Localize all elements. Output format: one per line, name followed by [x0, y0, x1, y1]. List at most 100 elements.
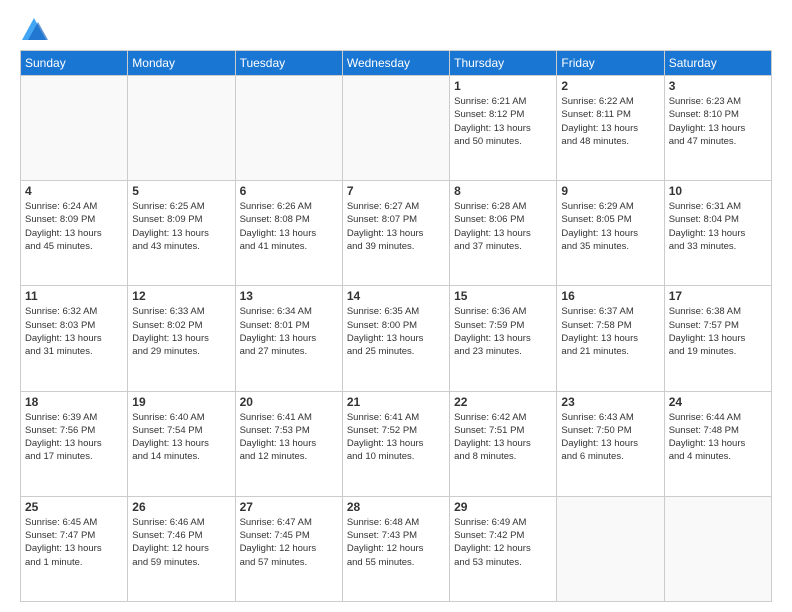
page: SundayMondayTuesdayWednesdayThursdayFrid… — [0, 0, 792, 612]
header-cell-thursday: Thursday — [450, 51, 557, 76]
day-number: 1 — [454, 79, 552, 93]
day-info: Sunrise: 6:49 AM Sunset: 7:42 PM Dayligh… — [454, 516, 552, 569]
day-cell: 21 Sunrise: 6:41 AM Sunset: 7:52 PM Dayli… — [342, 391, 449, 496]
day-number: 9 — [561, 184, 659, 198]
day-info: Sunrise: 6:32 AM Sunset: 8:03 PM Dayligh… — [25, 305, 123, 358]
day-number: 3 — [669, 79, 767, 93]
day-info: Sunrise: 6:44 AM Sunset: 7:48 PM Dayligh… — [669, 411, 767, 464]
day-info: Sunrise: 6:22 AM Sunset: 8:11 PM Dayligh… — [561, 95, 659, 148]
day-info: Sunrise: 6:45 AM Sunset: 7:47 PM Dayligh… — [25, 516, 123, 569]
day-cell: 7Sunrise: 6:27 AM Sunset: 8:07 PM Daylig… — [342, 181, 449, 286]
day-info: Sunrise: 6:36 AM Sunset: 7:59 PM Dayligh… — [454, 305, 552, 358]
logo-icon — [20, 16, 48, 44]
day-number: 28 — [347, 500, 445, 514]
day-cell: 3 Sunrise: 6:23 AM Sunset: 8:10 PM Daylig… — [664, 76, 771, 181]
header-cell-sunday: Sunday — [21, 51, 128, 76]
day-info: Sunrise: 6:25 AM Sunset: 8:09 PM Dayligh… — [132, 200, 230, 253]
day-info: Sunrise: 6:34 AM Sunset: 8:01 PM Dayligh… — [240, 305, 338, 358]
day-info: Sunrise: 6:43 AM Sunset: 7:50 PM Dayligh… — [561, 411, 659, 464]
day-cell: 26Sunrise: 6:46 AM Sunset: 7:46 PM Dayli… — [128, 496, 235, 601]
calendar-header: SundayMondayTuesdayWednesdayThursdayFrid… — [21, 51, 772, 76]
header-cell-saturday: Saturday — [664, 51, 771, 76]
day-cell: 6 Sunrise: 6:26 AM Sunset: 8:08 PM Daylig… — [235, 181, 342, 286]
day-cell: 2 Sunrise: 6:22 AM Sunset: 8:11 PM Daylig… — [557, 76, 664, 181]
week-row-3: 18 Sunrise: 6:39 AM Sunset: 7:56 PM Dayli… — [21, 391, 772, 496]
day-number: 16 — [561, 289, 659, 303]
day-info: Sunrise: 6:41 AM Sunset: 7:52 PM Dayligh… — [347, 411, 445, 464]
day-cell: 23 Sunrise: 6:43 AM Sunset: 7:50 PM Dayli… — [557, 391, 664, 496]
day-cell: 16 Sunrise: 6:37 AM Sunset: 7:58 PM Dayli… — [557, 286, 664, 391]
day-cell — [342, 76, 449, 181]
day-number: 5 — [132, 184, 230, 198]
day-info: Sunrise: 6:33 AM Sunset: 8:02 PM Dayligh… — [132, 305, 230, 358]
day-number: 13 — [240, 289, 338, 303]
day-info: Sunrise: 6:39 AM Sunset: 7:56 PM Dayligh… — [25, 411, 123, 464]
header-cell-tuesday: Tuesday — [235, 51, 342, 76]
day-cell — [21, 76, 128, 181]
day-info: Sunrise: 6:40 AM Sunset: 7:54 PM Dayligh… — [132, 411, 230, 464]
day-cell: 8 Sunrise: 6:28 AM Sunset: 8:06 PM Daylig… — [450, 181, 557, 286]
day-info: Sunrise: 6:37 AM Sunset: 7:58 PM Dayligh… — [561, 305, 659, 358]
day-number: 20 — [240, 395, 338, 409]
day-cell: 13 Sunrise: 6:34 AM Sunset: 8:01 PM Dayli… — [235, 286, 342, 391]
day-cell: 28 Sunrise: 6:48 AM Sunset: 7:43 PM Dayli… — [342, 496, 449, 601]
day-number: 27 — [240, 500, 338, 514]
day-number: 10 — [669, 184, 767, 198]
calendar-body: 1 Sunrise: 6:21 AM Sunset: 8:12 PM Daylig… — [21, 76, 772, 602]
day-number: 6 — [240, 184, 338, 198]
day-cell: 12 Sunrise: 6:33 AM Sunset: 8:02 PM Dayli… — [128, 286, 235, 391]
day-cell — [235, 76, 342, 181]
day-number: 15 — [454, 289, 552, 303]
day-number: 26 — [132, 500, 230, 514]
day-cell: 15 Sunrise: 6:36 AM Sunset: 7:59 PM Dayli… — [450, 286, 557, 391]
day-cell: 14Sunrise: 6:35 AM Sunset: 8:00 PM Dayli… — [342, 286, 449, 391]
day-info: Sunrise: 6:23 AM Sunset: 8:10 PM Dayligh… — [669, 95, 767, 148]
day-number: 23 — [561, 395, 659, 409]
day-cell: 11 Sunrise: 6:32 AM Sunset: 8:03 PM Dayli… — [21, 286, 128, 391]
day-cell: 22 Sunrise: 6:42 AM Sunset: 7:51 PM Dayli… — [450, 391, 557, 496]
day-cell: 17Sunrise: 6:38 AM Sunset: 7:57 PM Dayli… — [664, 286, 771, 391]
week-row-0: 1 Sunrise: 6:21 AM Sunset: 8:12 PM Daylig… — [21, 76, 772, 181]
day-cell: 5 Sunrise: 6:25 AM Sunset: 8:09 PM Daylig… — [128, 181, 235, 286]
day-cell: 9 Sunrise: 6:29 AM Sunset: 8:05 PM Daylig… — [557, 181, 664, 286]
day-info: Sunrise: 6:31 AM Sunset: 8:04 PM Dayligh… — [669, 200, 767, 253]
day-cell: 25 Sunrise: 6:45 AM Sunset: 7:47 PM Dayli… — [21, 496, 128, 601]
week-row-4: 25 Sunrise: 6:45 AM Sunset: 7:47 PM Dayli… — [21, 496, 772, 601]
day-info: Sunrise: 6:21 AM Sunset: 8:12 PM Dayligh… — [454, 95, 552, 148]
day-number: 11 — [25, 289, 123, 303]
day-number: 25 — [25, 500, 123, 514]
day-cell — [557, 496, 664, 601]
day-number: 17 — [669, 289, 767, 303]
day-info: Sunrise: 6:48 AM Sunset: 7:43 PM Dayligh… — [347, 516, 445, 569]
day-info: Sunrise: 6:42 AM Sunset: 7:51 PM Dayligh… — [454, 411, 552, 464]
day-cell: 18 Sunrise: 6:39 AM Sunset: 7:56 PM Dayli… — [21, 391, 128, 496]
day-number: 8 — [454, 184, 552, 198]
day-cell: 19 Sunrise: 6:40 AM Sunset: 7:54 PM Dayli… — [128, 391, 235, 496]
day-cell: 24Sunrise: 6:44 AM Sunset: 7:48 PM Dayli… — [664, 391, 771, 496]
day-cell — [664, 496, 771, 601]
day-number: 12 — [132, 289, 230, 303]
day-number: 19 — [132, 395, 230, 409]
day-info: Sunrise: 6:24 AM Sunset: 8:09 PM Dayligh… — [25, 200, 123, 253]
day-cell: 27Sunrise: 6:47 AM Sunset: 7:45 PM Dayli… — [235, 496, 342, 601]
day-number: 21 — [347, 395, 445, 409]
day-info: Sunrise: 6:26 AM Sunset: 8:08 PM Dayligh… — [240, 200, 338, 253]
day-info: Sunrise: 6:41 AM Sunset: 7:53 PM Dayligh… — [240, 411, 338, 464]
day-number: 4 — [25, 184, 123, 198]
day-number: 22 — [454, 395, 552, 409]
day-info: Sunrise: 6:29 AM Sunset: 8:05 PM Dayligh… — [561, 200, 659, 253]
day-info: Sunrise: 6:28 AM Sunset: 8:06 PM Dayligh… — [454, 200, 552, 253]
day-number: 29 — [454, 500, 552, 514]
day-number: 18 — [25, 395, 123, 409]
day-cell: 10 Sunrise: 6:31 AM Sunset: 8:04 PM Dayli… — [664, 181, 771, 286]
header-cell-friday: Friday — [557, 51, 664, 76]
calendar: SundayMondayTuesdayWednesdayThursdayFrid… — [20, 50, 772, 602]
week-row-1: 4 Sunrise: 6:24 AM Sunset: 8:09 PM Daylig… — [21, 181, 772, 286]
day-cell: 1 Sunrise: 6:21 AM Sunset: 8:12 PM Daylig… — [450, 76, 557, 181]
header-cell-wednesday: Wednesday — [342, 51, 449, 76]
day-cell: 4 Sunrise: 6:24 AM Sunset: 8:09 PM Daylig… — [21, 181, 128, 286]
day-number: 2 — [561, 79, 659, 93]
day-cell — [128, 76, 235, 181]
header-cell-monday: Monday — [128, 51, 235, 76]
day-info: Sunrise: 6:27 AM Sunset: 8:07 PM Dayligh… — [347, 200, 445, 253]
